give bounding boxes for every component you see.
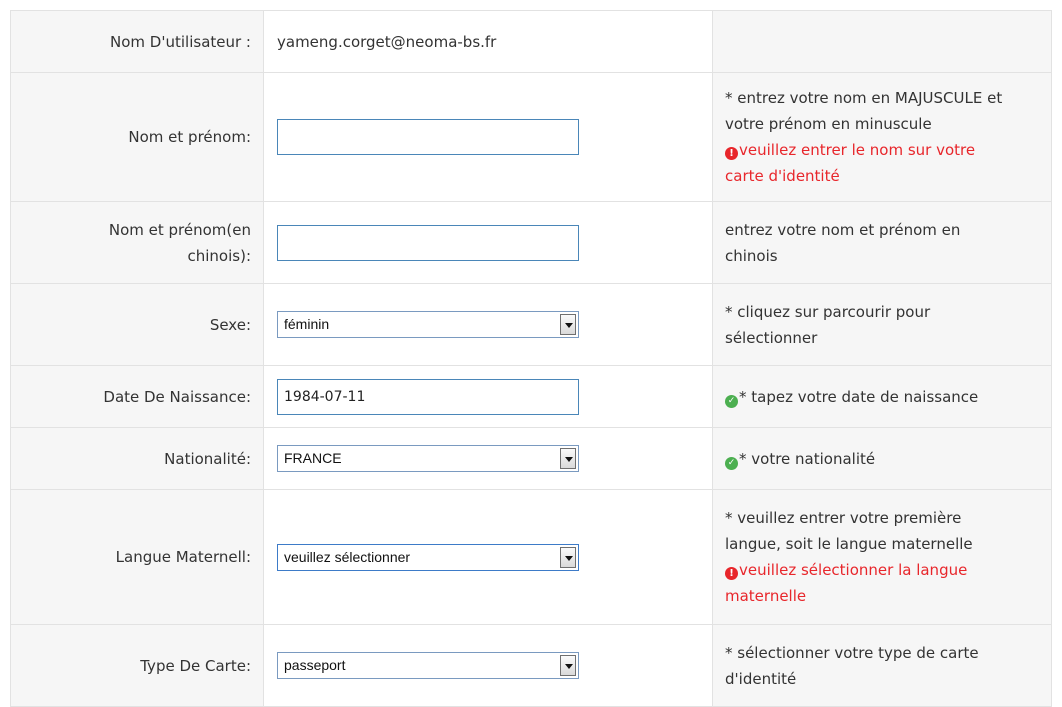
nationality-selected-value: FRANCE <box>284 450 342 466</box>
card-type-select[interactable]: passeport <box>277 652 579 679</box>
username-label: Nom D'utilisateur : <box>10 10 264 73</box>
check-circle-icon: ✓ <box>725 394 738 408</box>
mother-tongue-selected-value: veuillez sélectionner <box>284 548 411 565</box>
birthdate-label: Date De Naissance: <box>10 365 264 428</box>
username-value: yameng.corget@neoma-bs.fr <box>277 32 497 51</box>
sex-hint-line-1: * cliquez sur parcourir pour <box>725 302 931 321</box>
username-hint-cell <box>712 10 1052 73</box>
fullname-input[interactable] <box>277 119 579 155</box>
nationality-hint: * votre nationalité <box>739 449 876 468</box>
fullname-label: Nom et prénom: <box>10 72 264 202</box>
mother-tongue-error-line-1: veuillez sélectionner la langue <box>739 561 968 579</box>
card-type-hint-line-1: * sélectionner votre type de carte <box>725 643 979 662</box>
row-fullname-chinese: Nom et prénom(en chinois): entrez votre … <box>10 201 1052 284</box>
mother-tongue-hint-line-1: * veuillez entrer votre première <box>725 509 962 527</box>
mother-tongue-error-line-2: maternelle <box>725 587 807 605</box>
check-circle-icon: ✓ <box>725 456 738 470</box>
fullname-chinese-label-line-2: chinois): <box>187 246 252 265</box>
card-type-selected-value: passeport <box>284 657 346 673</box>
birthdate-hint: * tapez votre date de naissance <box>739 387 979 406</box>
chevron-down-icon[interactable] <box>560 655 576 676</box>
nationality-label: Nationalité: <box>10 427 264 490</box>
sex-label: Sexe: <box>10 283 264 366</box>
fullname-chinese-label-line-1: Nom et prénom(en <box>108 220 251 239</box>
sex-hint-line-2: sélectionner <box>725 328 818 347</box>
chevron-down-icon[interactable] <box>560 448 576 469</box>
fullname-hint-line-1: * entrez votre nom en MAJUSCULE et <box>725 89 1003 107</box>
fullname-error-line-2: carte d'identité <box>725 167 840 185</box>
fullname-error-line-1: veuillez entrer le nom sur votre <box>739 141 976 159</box>
row-nationality: Nationalité: FRANCE ✓ * votre nationalité <box>10 427 1052 490</box>
row-mother-tongue: Langue Maternell: veuillez sélectionner … <box>10 489 1052 625</box>
fullname-hint-line-2: votre prénom en minuscule <box>725 115 932 133</box>
exclamation-circle-icon: ! <box>725 567 738 580</box>
sex-hint-cell: * cliquez sur parcourir pour sélectionne… <box>712 283 1052 366</box>
sex-selected-value: féminin <box>284 316 330 332</box>
mother-tongue-select[interactable]: veuillez sélectionner <box>277 543 579 571</box>
row-birthdate: Date De Naissance: ✓* tapez votre date d… <box>10 365 1052 428</box>
chevron-down-icon[interactable] <box>560 546 576 568</box>
row-username: Nom D'utilisateur : yameng.corget@neoma-… <box>10 10 1052 73</box>
fullname-chinese-hint-cell: entrez votre nom et prénom en chinois <box>712 201 1052 284</box>
birthdate-input[interactable] <box>277 378 579 415</box>
fullname-chinese-label: Nom et prénom(en chinois): <box>10 201 264 284</box>
card-type-hint-line-2: d'identité <box>725 669 797 688</box>
sex-select[interactable]: féminin <box>277 311 579 338</box>
fullname-hint-cell: * entrez votre nom en MAJUSCULE et votre… <box>712 72 1052 202</box>
card-type-hint-cell: * sélectionner votre type de carte d'ide… <box>712 624 1052 707</box>
fullname-chinese-hint-line-1: entrez votre nom et prénom en <box>725 220 961 239</box>
fullname-chinese-hint-line-2: chinois <box>725 246 778 265</box>
card-type-label: Type De Carte: <box>10 624 264 707</box>
mother-tongue-hint-cell: * veuillez entrer votre première langue,… <box>712 489 1052 625</box>
nationality-select[interactable]: FRANCE <box>277 445 579 472</box>
mother-tongue-hint-line-2: langue, soit le langue maternelle <box>725 535 973 553</box>
registration-form-table: Nom D'utilisateur : yameng.corget@neoma-… <box>10 10 1052 707</box>
mother-tongue-label: Langue Maternell: <box>10 489 264 625</box>
row-card-type: Type De Carte: passeport * sélectionner … <box>10 624 1052 707</box>
chevron-down-icon[interactable] <box>560 314 576 335</box>
row-sex: Sexe: féminin * cliquez sur parcourir po… <box>10 283 1052 366</box>
row-fullname: Nom et prénom: * entrez votre nom en MAJ… <box>10 72 1052 202</box>
fullname-chinese-input[interactable] <box>277 224 579 261</box>
exclamation-circle-icon: ! <box>725 147 738 160</box>
